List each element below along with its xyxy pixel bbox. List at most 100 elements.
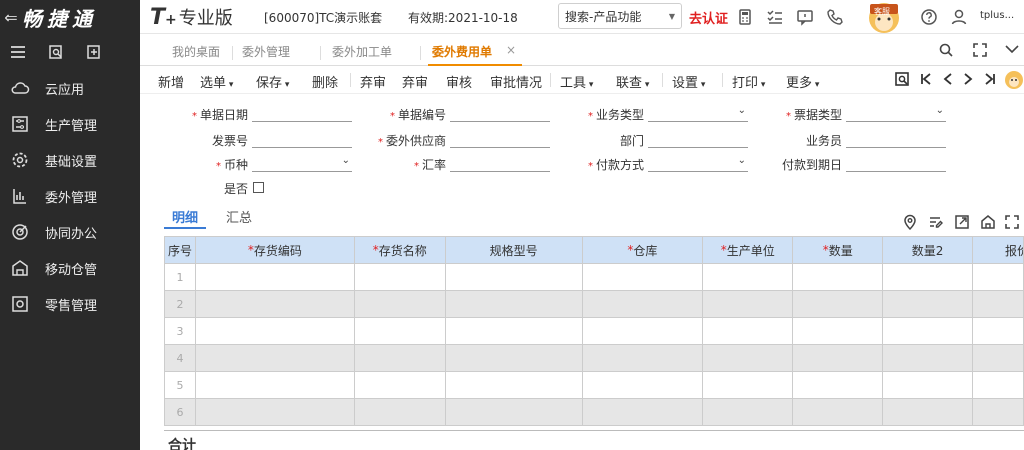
cell-item-code[interactable] — [195, 318, 355, 345]
cell-item-code[interactable] — [195, 372, 355, 399]
select-doc-button[interactable]: 选单 ▾ — [200, 72, 233, 91]
cell-unit[interactable] — [703, 318, 794, 345]
cell-warehouse[interactable] — [582, 318, 704, 345]
cell-item-code[interactable] — [195, 345, 355, 372]
yes-no-checkbox[interactable] — [253, 182, 264, 193]
cell-quote[interactable] — [973, 264, 1024, 291]
sidebar-item-mobile-warehouse[interactable]: 移动仓管 — [0, 250, 140, 286]
invoice-no-field[interactable] — [252, 128, 352, 148]
print-menu[interactable]: 打印 ▾ — [732, 72, 765, 91]
cell-qty[interactable] — [793, 399, 884, 426]
cell-spec[interactable] — [445, 372, 583, 399]
sidebar-item-collaboration[interactable]: 协同办公 — [0, 214, 140, 250]
prev-record-icon[interactable] — [940, 71, 956, 87]
sidebar-item-production[interactable]: 生产管理 — [0, 106, 140, 142]
cell-unit[interactable] — [703, 291, 794, 318]
save-button[interactable]: 保存 ▾ — [256, 72, 289, 91]
house-icon[interactable] — [980, 214, 996, 230]
column-header-warehouse[interactable]: * 仓库 — [582, 237, 704, 264]
location-icon[interactable] — [902, 214, 918, 230]
biz-type-select[interactable]: ⌄ — [648, 102, 748, 122]
abandon-review-button[interactable]: 弃审 — [360, 72, 386, 91]
column-header-quote[interactable]: 报价 — [973, 237, 1024, 264]
cell-warehouse[interactable] — [582, 372, 704, 399]
collapse-icon[interactable] — [1004, 42, 1020, 58]
column-header-unit[interactable]: * 生产单位 — [703, 237, 794, 264]
tab-desktop[interactable]: 我的桌面 — [172, 43, 220, 60]
due-date-field[interactable] — [846, 152, 946, 172]
search-doc-icon[interactable] — [48, 44, 64, 60]
cell-warehouse[interactable] — [582, 345, 704, 372]
cell-unit[interactable] — [703, 399, 794, 426]
cell-item-code[interactable] — [195, 291, 355, 318]
currency-select[interactable]: ⌄ — [252, 152, 352, 172]
cell-unit[interactable] — [703, 372, 794, 399]
cell-qty2[interactable] — [883, 264, 974, 291]
message-icon[interactable] — [796, 8, 814, 26]
column-header-qty2[interactable]: 数量2 — [883, 237, 974, 264]
cell-quote[interactable] — [973, 318, 1024, 345]
cell-qty2[interactable] — [883, 399, 974, 426]
cell-unit[interactable] — [703, 264, 794, 291]
column-header-seq[interactable]: 序号 — [165, 237, 196, 264]
export-icon[interactable] — [954, 214, 970, 230]
cell-item-name[interactable] — [354, 318, 446, 345]
fullscreen-icon[interactable] — [1004, 214, 1020, 230]
cell-quote[interactable] — [973, 345, 1024, 372]
bill-type-select[interactable]: ⌄ — [846, 102, 946, 122]
user-icon[interactable] — [950, 8, 968, 26]
cell-unit[interactable] — [703, 345, 794, 372]
approve-button[interactable]: 审核 — [446, 72, 472, 91]
doc-no-field[interactable] — [450, 102, 550, 122]
auth-link[interactable]: 去认证 — [689, 8, 728, 27]
search-doc-icon[interactable] — [894, 71, 910, 87]
sidebar-item-outsourcing[interactable]: 委外管理 — [0, 178, 140, 214]
cell-qty[interactable] — [793, 318, 884, 345]
cell-spec[interactable] — [445, 399, 583, 426]
rate-field[interactable] — [450, 152, 550, 172]
cell-warehouse[interactable] — [582, 264, 704, 291]
cell-spec[interactable] — [445, 345, 583, 372]
phone-icon[interactable] — [826, 8, 844, 26]
cell-spec[interactable] — [445, 264, 583, 291]
sidebar-item-basic-settings[interactable]: 基础设置 — [0, 142, 140, 178]
cell-qty2[interactable] — [883, 372, 974, 399]
next-record-icon[interactable] — [960, 71, 976, 87]
back-icon[interactable]: ⇐ — [0, 8, 22, 27]
cell-qty[interactable] — [793, 291, 884, 318]
delete-button[interactable]: 删除 — [312, 72, 338, 91]
abandon-review-button-2[interactable]: 弃审 — [402, 72, 428, 91]
cell-warehouse[interactable] — [582, 399, 704, 426]
cell-qty[interactable] — [793, 372, 884, 399]
supplier-field[interactable] — [450, 128, 550, 148]
cell-item-name[interactable] — [354, 372, 446, 399]
tab-outsourcing-order[interactable]: 委外加工单 — [332, 43, 392, 60]
cell-qty2[interactable] — [883, 318, 974, 345]
pay-method-select[interactable]: ⌄ — [648, 152, 748, 172]
add-doc-icon[interactable] — [86, 44, 102, 60]
cell-qty[interactable] — [793, 264, 884, 291]
first-record-icon[interactable] — [918, 71, 934, 87]
doc-date-field[interactable] — [252, 102, 352, 122]
sidebar-item-retail[interactable]: 零售管理 — [0, 286, 140, 322]
edit-list-icon[interactable] — [928, 214, 944, 230]
settings-menu[interactable]: 设置 ▾ — [672, 72, 705, 91]
search-box[interactable]: 搜索-产品功能 ▼ — [558, 3, 682, 29]
column-header-item-name[interactable]: * 存货名称 — [354, 237, 446, 264]
column-header-item-code[interactable]: * 存货编码 — [195, 237, 355, 264]
cell-item-code[interactable] — [195, 264, 355, 291]
new-button[interactable]: 新增 — [158, 72, 184, 91]
cell-spec[interactable] — [445, 318, 583, 345]
tools-menu[interactable]: 工具 ▾ — [560, 72, 593, 91]
salesman-field[interactable] — [846, 128, 946, 148]
cell-item-name[interactable] — [354, 399, 446, 426]
checklist-icon[interactable] — [766, 8, 784, 26]
column-header-qty[interactable]: * 数量 — [793, 237, 884, 264]
user-name[interactable]: tplus... — [980, 10, 1014, 21]
link-query-menu[interactable]: 联查 ▾ — [616, 72, 649, 91]
assistant-mascot-icon[interactable] — [1002, 66, 1024, 92]
last-record-icon[interactable] — [982, 71, 998, 87]
help-icon[interactable] — [920, 8, 938, 26]
cell-qty2[interactable] — [883, 291, 974, 318]
cell-item-name[interactable] — [354, 264, 446, 291]
